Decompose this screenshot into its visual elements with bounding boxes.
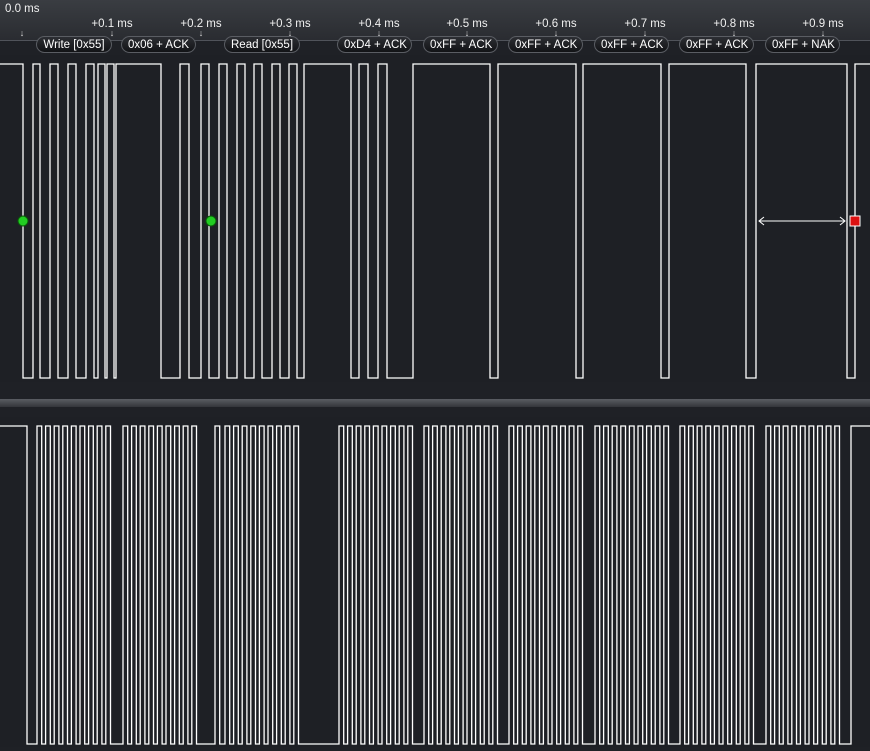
decoded-packet-bubble[interactable]: 0xFF + NAK [765,36,840,53]
ruler-origin-arrow-icon: ↓ [19,28,25,38]
decoded-packet-bubble[interactable]: 0xFF + ACK [594,36,669,53]
ruler-tick-arrow-icon: ↓ [109,28,115,38]
sda-channel-waveform[interactable] [0,55,870,382]
sda-signal-trace [0,63,870,379]
start-condition-marker-icon[interactable] [17,215,29,227]
decoded-packet-bubble[interactable]: 0xFF + ACK [508,36,583,53]
time-ruler[interactable]: 0.0 ms ↓ +0.1 ms ↓ +0.2 ms ↓ +0.3 ms ↓ +… [0,0,870,40]
start-condition-marker-icon[interactable] [205,215,217,227]
decoded-packet-bubble[interactable]: 0xD4 + ACK [337,36,412,53]
ruler-tick-arrow-icon: ↓ [198,28,204,38]
decoded-packet-bubble[interactable]: Write [0x55] [36,36,112,53]
decoded-packet-bubble[interactable]: Read [0x55] [224,36,300,53]
transfer-duration-arrow [758,216,846,226]
decoded-packet-bubble[interactable]: 0xFF + ACK [423,36,498,53]
decoded-packet-bubble[interactable]: 0xFF + ACK [679,36,754,53]
channel-divider[interactable] [0,399,870,407]
ruler-origin-label: 0.0 ms [5,3,40,15]
stop-condition-marker-icon[interactable] [849,215,861,227]
decoded-packet-bubble[interactable]: 0x06 + ACK [121,36,196,53]
scl-channel-waveform[interactable] [0,417,870,747]
scl-signal-trace [0,425,870,745]
sda-waveform-svg [0,63,870,379]
scl-waveform-svg [0,425,870,745]
